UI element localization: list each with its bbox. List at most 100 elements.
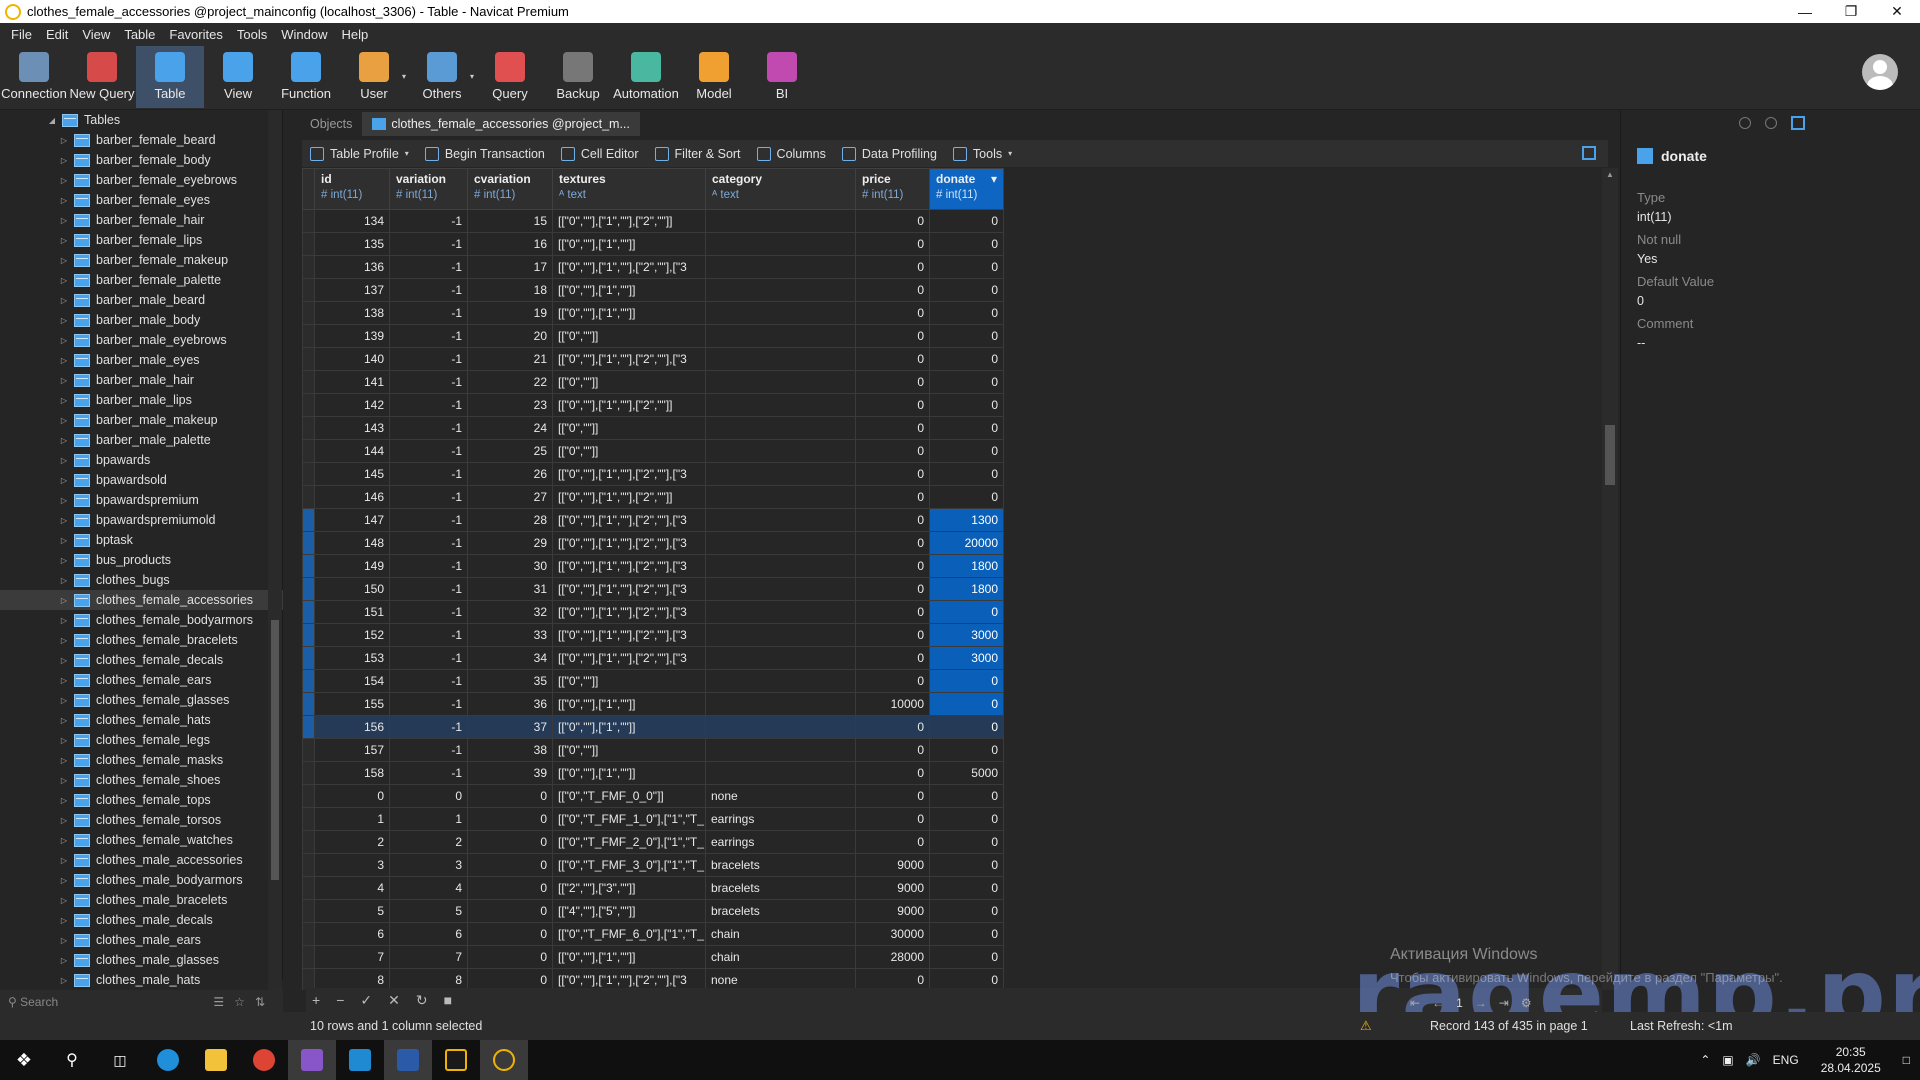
cell-textures[interactable]: [["4",""],["5",""]] bbox=[552, 899, 706, 923]
tree-item-table[interactable]: ▷ clothes_female_tops bbox=[0, 790, 283, 810]
cell-donate[interactable]: 3000 bbox=[929, 646, 1004, 670]
tree-item-table[interactable]: ▷ clothes_male_glasses bbox=[0, 950, 283, 970]
cell-variation[interactable]: -1 bbox=[389, 531, 468, 555]
cell-variation[interactable]: -1 bbox=[389, 393, 468, 417]
cell-id[interactable]: 149 bbox=[314, 554, 390, 578]
powershell-icon[interactable] bbox=[384, 1040, 432, 1080]
table-row[interactable]: 2 2 0 [["0","T_FMF_2_0"],["1","T_ earrings 0 0 bbox=[302, 830, 1004, 854]
cell-price[interactable]: 0 bbox=[855, 485, 930, 509]
cell-textures[interactable]: [["0",""],["1",""],["2",""],["3 bbox=[552, 255, 706, 279]
expand-arrow-icon[interactable]: ▷ bbox=[58, 136, 70, 145]
cell-cvariation[interactable]: 30 bbox=[467, 554, 553, 578]
tree-item-table[interactable]: ▷ barber_female_palette bbox=[0, 270, 283, 290]
cell-id[interactable]: 2 bbox=[314, 830, 390, 854]
table-row[interactable]: 145 -1 26 [["0",""],["1",""],["2",""],["3 0 0 bbox=[302, 462, 1004, 486]
cell-cvariation[interactable]: 0 bbox=[467, 876, 553, 900]
row-marker[interactable] bbox=[302, 830, 315, 854]
tree-item-table[interactable]: ▷ clothes_female_bodyarmors bbox=[0, 610, 283, 630]
cell-donate[interactable]: 5000 bbox=[929, 761, 1004, 785]
cell-variation[interactable]: -1 bbox=[389, 462, 468, 486]
tree-item-table[interactable]: ▷ barber_male_makeup bbox=[0, 410, 283, 430]
cell-textures[interactable]: [["0",""]] bbox=[552, 370, 706, 394]
cell-donate[interactable]: 0 bbox=[929, 416, 1004, 440]
cell-variation[interactable]: -1 bbox=[389, 738, 468, 762]
cell-variation[interactable]: 4 bbox=[389, 876, 468, 900]
expand-arrow-icon[interactable]: ▷ bbox=[58, 796, 70, 805]
subtoolbar-data-profiling-button[interactable]: Data Profiling bbox=[834, 146, 945, 161]
tree-item-table[interactable]: ▷ barber_female_lips bbox=[0, 230, 283, 250]
dropdown-caret-icon[interactable]: ▾ bbox=[1008, 149, 1012, 158]
apply-icon[interactable]: ✓ bbox=[360, 992, 372, 1009]
table-row[interactable]: 154 -1 35 [["0",""]] 0 0 bbox=[302, 669, 1004, 693]
tree-item-table[interactable]: ▷ bpawards bbox=[0, 450, 283, 470]
toolbar-others-button[interactable]: Others ▾ bbox=[408, 46, 476, 108]
tree-item-table[interactable]: ▷ barber_female_beard bbox=[0, 130, 283, 150]
tree-item-table[interactable]: ▷ barber_female_eyes bbox=[0, 190, 283, 210]
cell-variation[interactable]: -1 bbox=[389, 439, 468, 463]
tree-item-table[interactable]: ▷ bpawardspremium bbox=[0, 490, 283, 510]
tree-item-table[interactable]: ▷ bpawardsold bbox=[0, 470, 283, 490]
cell-price[interactable]: 30000 bbox=[855, 922, 930, 946]
table-row[interactable]: 136 -1 17 [["0",""],["1",""],["2",""],["3 0 0 bbox=[302, 255, 1004, 279]
row-marker[interactable] bbox=[302, 255, 315, 279]
network-icon[interactable]: ▣ bbox=[1722, 1053, 1733, 1067]
subtoolbar-cell-editor-button[interactable]: Cell Editor bbox=[553, 146, 647, 161]
cell-donate[interactable]: 0 bbox=[929, 945, 1004, 969]
cell-cvariation[interactable]: 0 bbox=[467, 853, 553, 877]
cell-donate[interactable]: 0 bbox=[929, 301, 1004, 325]
expand-arrow-icon[interactable]: ▷ bbox=[58, 496, 70, 505]
cell-category[interactable]: chain bbox=[705, 945, 856, 969]
expand-arrow-icon[interactable]: ▷ bbox=[58, 416, 70, 425]
expand-arrow-icon[interactable]: ▷ bbox=[58, 556, 70, 565]
cell-price[interactable]: 0 bbox=[855, 439, 930, 463]
tree-item-table[interactable]: ▷ clothes_female_ears bbox=[0, 670, 283, 690]
row-marker[interactable] bbox=[302, 807, 315, 831]
expand-arrow-icon[interactable]: ▷ bbox=[58, 616, 70, 625]
cell-textures[interactable]: [["0",""],["1",""],["2",""],["3 bbox=[552, 347, 706, 371]
settings-icon[interactable]: ⚙ bbox=[1521, 996, 1532, 1010]
cell-variation[interactable]: -1 bbox=[389, 761, 468, 785]
cell-donate[interactable]: 0 bbox=[929, 692, 1004, 716]
expand-arrow-icon[interactable]: ▷ bbox=[58, 456, 70, 465]
cell-category[interactable] bbox=[705, 646, 856, 670]
row-marker[interactable] bbox=[302, 692, 315, 716]
expand-arrow-icon[interactable]: ▷ bbox=[58, 816, 70, 825]
table-row[interactable]: 4 4 0 [["2",""],["3",""]] bracelets 9000 0 bbox=[302, 876, 1004, 900]
cell-category[interactable] bbox=[705, 462, 856, 486]
table-row[interactable]: 141 -1 22 [["0",""]] 0 0 bbox=[302, 370, 1004, 394]
tree-item-table[interactable]: ▷ bus_products bbox=[0, 550, 283, 570]
expand-arrow-icon[interactable]: ▷ bbox=[58, 956, 70, 965]
cell-category[interactable] bbox=[705, 761, 856, 785]
expand-arrow-icon[interactable]: ▷ bbox=[58, 436, 70, 445]
row-marker[interactable] bbox=[302, 232, 315, 256]
row-marker[interactable] bbox=[302, 439, 315, 463]
table-row[interactable]: 140 -1 21 [["0",""],["1",""],["2",""],["3 0 0 bbox=[302, 347, 1004, 371]
cell-cvariation[interactable]: 20 bbox=[467, 324, 553, 348]
cell-price[interactable]: 0 bbox=[855, 232, 930, 256]
tree-item-table[interactable]: ▷ barber_female_eyebrows bbox=[0, 170, 283, 190]
table-row[interactable]: 150 -1 31 [["0",""],["1",""],["2",""],["3 0 1… bbox=[302, 577, 1004, 601]
table-row[interactable]: 155 -1 36 [["0",""],["1",""]] 10000 0 bbox=[302, 692, 1004, 716]
tree-item-table[interactable]: ▷ clothes_female_masks bbox=[0, 750, 283, 770]
row-marker[interactable] bbox=[302, 646, 315, 670]
notifications-icon[interactable]: □ bbox=[1903, 1053, 1910, 1067]
cell-id[interactable]: 5 bbox=[314, 899, 390, 923]
next-page-icon[interactable]: → bbox=[1475, 996, 1487, 1010]
cell-price[interactable]: 0 bbox=[855, 278, 930, 302]
cell-category[interactable] bbox=[705, 278, 856, 302]
expand-arrow-icon[interactable]: ▷ bbox=[58, 716, 70, 725]
cell-price[interactable]: 9000 bbox=[855, 853, 930, 877]
warning-icon[interactable]: ⚠ bbox=[1360, 1018, 1372, 1034]
cell-variation[interactable]: -1 bbox=[389, 232, 468, 256]
cell-variation[interactable]: -1 bbox=[389, 370, 468, 394]
cell-category[interactable] bbox=[705, 623, 856, 647]
cell-category[interactable] bbox=[705, 738, 856, 762]
tree-item-table[interactable]: ▷ barber_female_makeup bbox=[0, 250, 283, 270]
expand-arrow-icon[interactable]: ▷ bbox=[58, 856, 70, 865]
table-row[interactable]: 1 1 0 [["0","T_FMF_1_0"],["1","T_ earrings 0 0 bbox=[302, 807, 1004, 831]
expand-arrow-icon[interactable]: ▷ bbox=[58, 676, 70, 685]
cell-donate[interactable]: 0 bbox=[929, 669, 1004, 693]
tree-item-table[interactable]: ▷ barber_male_body bbox=[0, 310, 283, 330]
menu-item-favorites[interactable]: Favorites bbox=[162, 27, 229, 42]
cell-id[interactable]: 156 bbox=[314, 715, 390, 739]
